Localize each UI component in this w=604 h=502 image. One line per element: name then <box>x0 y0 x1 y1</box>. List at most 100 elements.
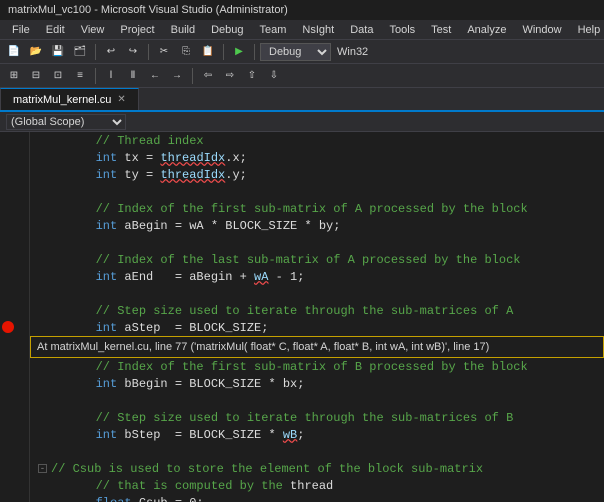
ident-ty: ty = <box>117 168 160 182</box>
ident-tx: tx = <box>117 151 160 165</box>
var-threadidx-y: threadIdx <box>160 168 225 182</box>
platform-text: Win32 <box>333 46 372 58</box>
menu-file[interactable]: File <box>4 22 38 38</box>
paste-btn[interactable]: 📋 <box>198 42 218 62</box>
tb2-btn9[interactable]: ⇦ <box>198 66 218 86</box>
toolbar1: 📄 📂 💾 🗂 ↩ ↪ ✂ ⎘ 📋 ▶ Debug Release Win32 <box>0 40 604 64</box>
tb2-btn4[interactable]: ≡ <box>70 66 90 86</box>
code-line-8: // Step size used to iterate through the… <box>30 302 604 319</box>
line-num-9 <box>0 268 29 285</box>
ident-bbegin: bBegin = BLOCK_SIZE * bx; <box>117 377 304 391</box>
menu-build[interactable]: Build <box>163 22 203 38</box>
copy-btn[interactable]: ⎘ <box>176 42 196 62</box>
code-line-blank4 <box>30 392 604 409</box>
code-line-11: int bBegin = BLOCK_SIZE * bx; <box>30 375 604 392</box>
config-select[interactable]: Debug Release <box>260 43 331 61</box>
code-line-blank3 <box>30 285 604 302</box>
save-btn[interactable]: 💾 <box>48 42 68 62</box>
toolbar2: ⊞ ⊟ ⊡ ≡ Ⅰ Ⅱ ← → ⇦ ⇨ ⇧ ⇩ <box>0 64 604 88</box>
menu-debug[interactable]: Debug <box>203 22 251 38</box>
start-btn[interactable]: ▶ <box>229 42 249 62</box>
tb2-btn3[interactable]: ⊡ <box>48 66 68 86</box>
redo-btn[interactable]: ↪ <box>123 42 143 62</box>
code-container: // Thread index int tx = threadIdx .x; i… <box>0 132 604 502</box>
line-num-2 <box>0 149 29 166</box>
menu-window[interactable]: Window <box>514 22 569 38</box>
menu-view[interactable]: View <box>73 22 113 38</box>
line-num-7 <box>0 234 29 251</box>
error-bar: At matrixMul_kernel.cu, line 77 ('matrix… <box>30 336 604 358</box>
menu-bar: File Edit View Project Build Debug Team … <box>0 20 604 40</box>
kw-int-abegin: int <box>38 219 117 233</box>
tab-label: matrixMul_kernel.cu <box>13 94 111 106</box>
code-line-7: int aEnd = aBegin + wA - 1; <box>30 268 604 285</box>
sep2 <box>148 44 149 60</box>
tb2-btn2[interactable]: ⊟ <box>26 66 46 86</box>
menu-data[interactable]: Data <box>342 22 381 38</box>
code-content: // Thread index int tx = threadIdx .x; i… <box>30 132 604 502</box>
comment-bbegin: // Index of the first sub-matrix of B pr… <box>38 360 528 374</box>
menu-edit[interactable]: Edit <box>38 22 73 38</box>
tb2-btn8[interactable]: → <box>167 66 187 86</box>
tb2-btn7[interactable]: ← <box>145 66 165 86</box>
code-line-blank2 <box>30 234 604 251</box>
kw-int-aend: int <box>38 270 117 284</box>
scope-bar: (Global Scope) <box>0 112 604 132</box>
open-btn[interactable]: 📂 <box>26 42 46 62</box>
undo-btn[interactable]: ↩ <box>101 42 121 62</box>
ident-abegin: aBegin = wA * BLOCK_SIZE * by; <box>117 219 340 233</box>
menu-analyze[interactable]: Analyze <box>459 22 514 38</box>
line-num-21 <box>0 494 29 502</box>
new-btn[interactable]: 📄 <box>4 42 24 62</box>
ident-tx2: .x; <box>225 151 247 165</box>
ident-astep: aStep = BLOCK_SIZE; <box>117 321 268 335</box>
scope-select[interactable]: (Global Scope) <box>6 114 126 130</box>
menu-help[interactable]: Help <box>570 22 604 38</box>
menu-test[interactable]: Test <box>423 22 459 38</box>
code-line-blank1 <box>30 183 604 200</box>
ident-csub: Csub = 0; <box>132 496 204 502</box>
sep3 <box>223 44 224 60</box>
tb2-btn5[interactable]: Ⅰ <box>101 66 121 86</box>
ident-aend: aEnd = aBegin + <box>117 270 254 284</box>
line-num-14 <box>0 375 29 392</box>
tab-close-btn[interactable]: ✕ <box>117 94 125 105</box>
error-text: At matrixMul_kernel.cu, line 77 ('matrix… <box>37 341 489 353</box>
tb2-btn10[interactable]: ⇨ <box>220 66 240 86</box>
ident-thread: thread <box>290 479 333 493</box>
line-num-6 <box>0 217 29 234</box>
ident-bstep: bStep = BLOCK_SIZE * <box>117 428 283 442</box>
kw-int-bstep: int <box>38 428 117 442</box>
menu-project[interactable]: Project <box>112 22 162 38</box>
sep6 <box>192 68 193 84</box>
line-num-11 <box>0 302 29 319</box>
collapse-icon[interactable]: - <box>38 464 47 473</box>
code-line-6: // Index of the last sub-matrix of A pro… <box>30 251 604 268</box>
kw-float: float <box>38 496 132 502</box>
sep1 <box>95 44 96 60</box>
line-num-12-bp <box>0 319 29 336</box>
tb2-btn11[interactable]: ⇧ <box>242 66 262 86</box>
comment-bstep: // Step size used to iterate through the… <box>38 411 513 425</box>
line-num-3 <box>0 166 29 183</box>
save-all-btn[interactable]: 🗂 <box>70 42 90 62</box>
cut-btn[interactable]: ✂ <box>154 42 174 62</box>
tb2-btn1[interactable]: ⊞ <box>4 66 24 86</box>
menu-tools[interactable]: Tools <box>381 22 423 38</box>
menu-team[interactable]: Team <box>252 22 295 38</box>
line-gutter <box>0 132 30 502</box>
tab-main[interactable]: matrixMul_kernel.cu ✕ <box>0 88 139 110</box>
code-line-10: // Index of the first sub-matrix of B pr… <box>30 358 604 375</box>
code-line-blank5 <box>30 443 604 460</box>
menu-nsight[interactable]: NsIght <box>294 22 342 38</box>
title-text: matrixMul_vc100 - Microsoft Visual Studi… <box>8 4 288 16</box>
code-line-15: // that is computed by the thread <box>30 477 604 494</box>
var-wa: wA <box>254 270 268 284</box>
tb2-btn6[interactable]: Ⅱ <box>123 66 143 86</box>
tb2-btn12[interactable]: ⇩ <box>264 66 284 86</box>
ident-ty2: .y; <box>225 168 247 182</box>
line-num-4 <box>0 183 29 200</box>
ident-aend2: - 1; <box>268 270 304 284</box>
comment-aend: // Index of the last sub-matrix of A pro… <box>38 253 520 267</box>
line-num-20 <box>0 477 29 494</box>
